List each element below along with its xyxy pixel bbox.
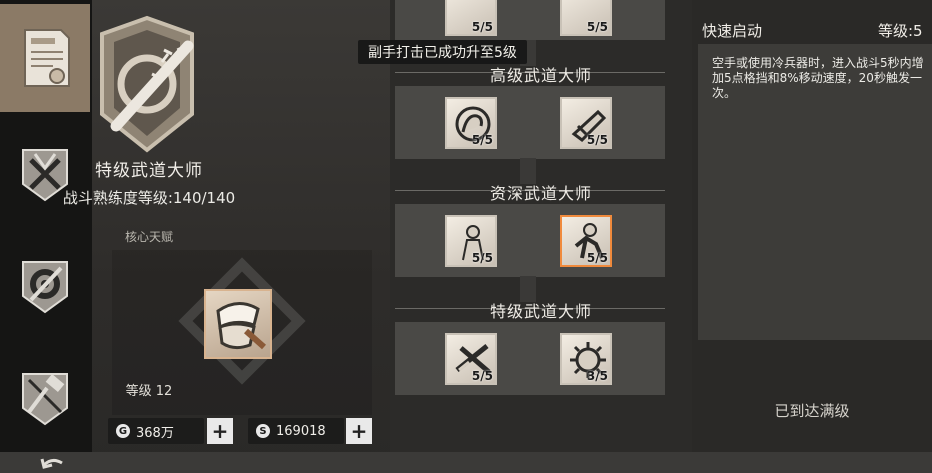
back-arrow-icon[interactable]	[40, 455, 66, 473]
skill-slot[interactable]: 3/5	[560, 333, 612, 385]
tab-certificate[interactable]	[0, 4, 90, 112]
silver-amount: 169018	[276, 423, 326, 439]
tier-header: 特级武道大师	[489, 302, 592, 321]
tier-row	[395, 322, 665, 395]
upgrade-toast: 副手打击已成功升至5级	[358, 40, 527, 64]
proficiency-level: 战斗熟练度等级:140/140	[62, 189, 236, 207]
silver-currency: S 169018	[248, 418, 344, 444]
skill-description: 空手或使用冷兵器时，进入战斗5秒内增加5点格挡和8%移动速度，20秒触发一次。	[712, 56, 924, 100]
skill-slot[interactable]: 5/5	[445, 215, 497, 267]
skill-slot[interactable]: 5/5	[445, 333, 497, 385]
tier-header: 资深武道大师	[489, 184, 592, 203]
skill-tree[interactable]: 5/5 5/5 高级武道大师 5/5 5/5 资深武道大师 5/5 5/5 特级…	[390, 0, 692, 473]
tier-row	[395, 204, 665, 277]
selected-skill-level: 等级:5	[878, 22, 923, 40]
selected-skill-name: 快速启动	[702, 22, 763, 40]
core-talent-level: 等级 12	[125, 384, 173, 399]
wrapped-fist-icon	[216, 302, 266, 350]
skill-slot[interactable]: 5/5	[445, 97, 497, 149]
gold-amount: 368万	[136, 425, 174, 441]
bottom-bar	[0, 452, 932, 473]
skill-slot[interactable]: 5/5	[560, 0, 612, 36]
mastery-title: 特级武道大师	[95, 161, 203, 181]
gold-currency: G 368万	[108, 418, 204, 444]
tier-header: 高级武道大师	[489, 66, 592, 85]
gold-coin-icon: G	[116, 424, 130, 438]
tier-row	[395, 0, 665, 40]
core-talent-label: 核心天赋	[124, 230, 173, 244]
silver-coin-icon: S	[256, 424, 270, 438]
gear-wrench-icon	[22, 261, 68, 314]
certificate-icon	[24, 29, 70, 87]
add-silver-button[interactable]: +	[346, 418, 372, 444]
skill-slot[interactable]: 5/5	[445, 0, 497, 36]
skill-slot-selected[interactable]: 5/5	[560, 215, 612, 267]
core-talent-button[interactable]	[204, 289, 272, 359]
max-level-status: 已到达满级	[774, 402, 850, 420]
tier-row	[395, 86, 665, 159]
skill-slot[interactable]: 5/5	[560, 97, 612, 149]
spiked-bat-emblem-icon	[100, 15, 194, 153]
add-gold-button[interactable]: +	[207, 418, 233, 444]
tab-crafting[interactable]	[0, 230, 90, 338]
